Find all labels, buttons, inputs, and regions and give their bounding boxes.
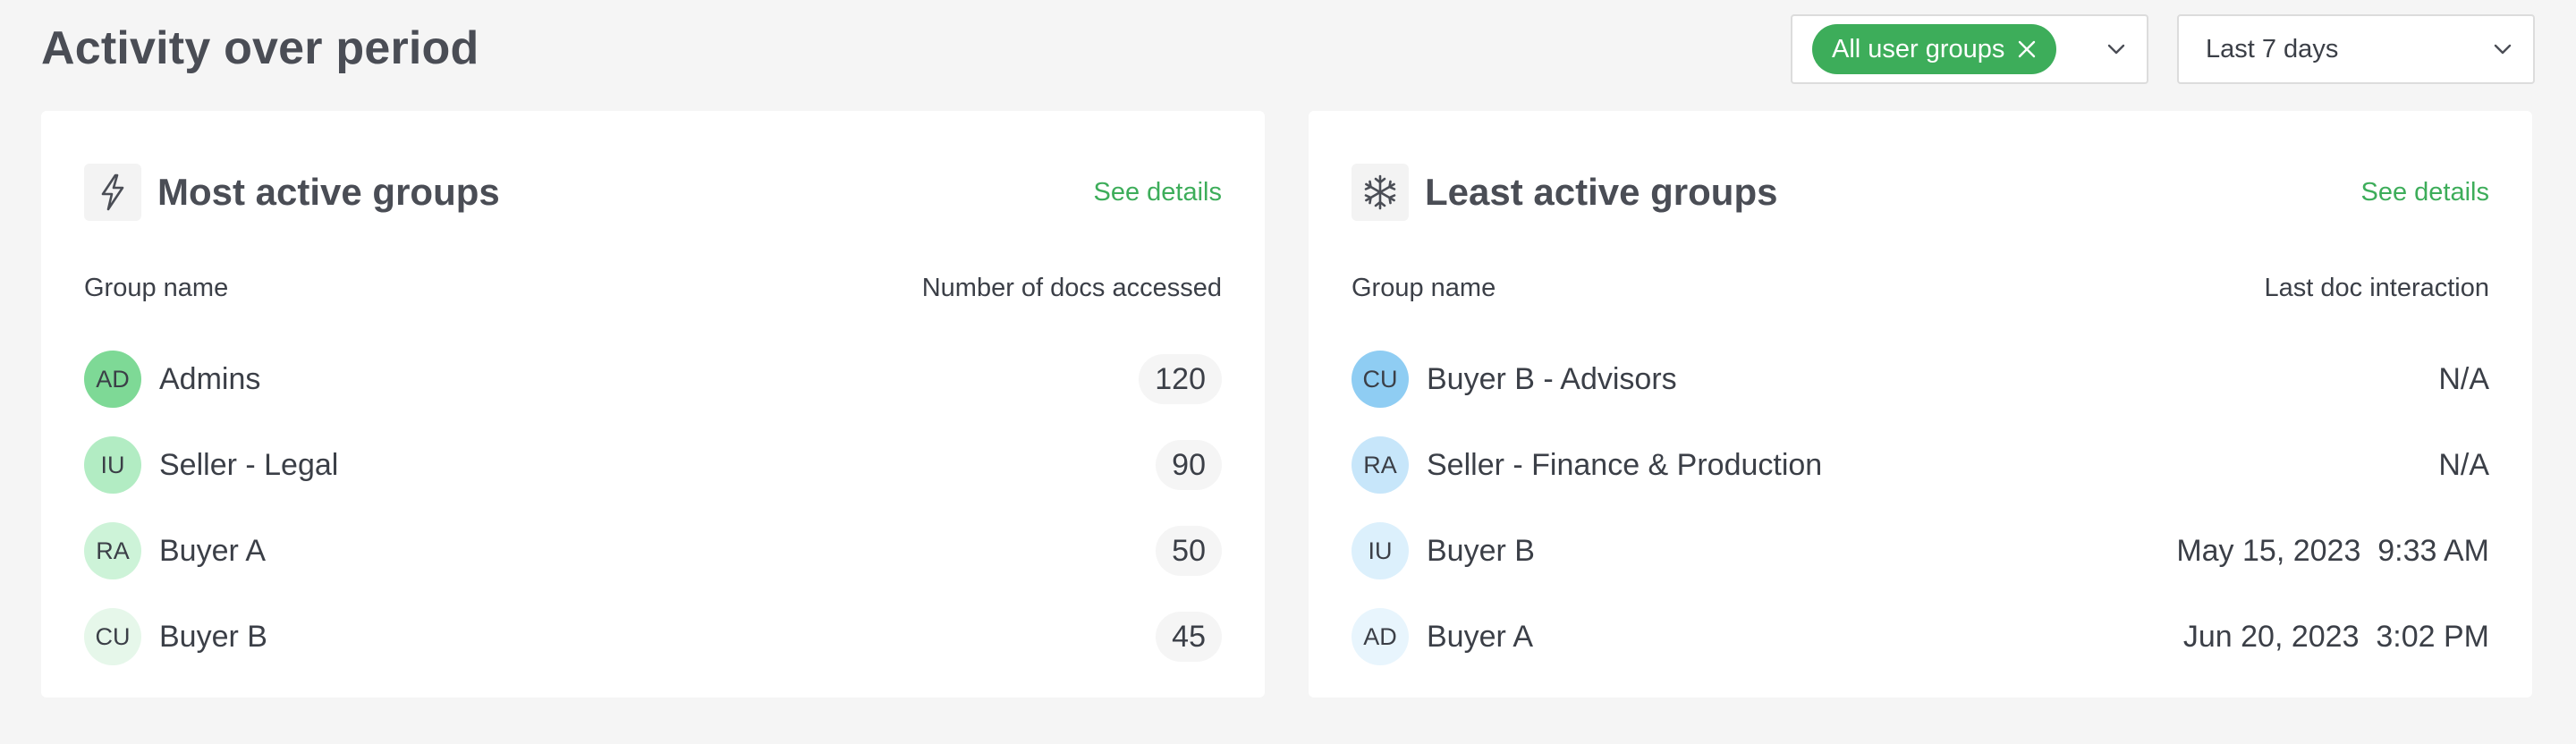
group-name: Buyer A (1427, 619, 1534, 654)
close-icon[interactable] (2017, 39, 2037, 59)
list-item[interactable]: AD Admins 120 (84, 336, 1222, 422)
table-header: Group name Number of docs accessed (84, 274, 1222, 303)
card-title: Most active groups (157, 171, 500, 213)
least-active-groups-card: Least active groups See details Group na… (1309, 111, 2532, 698)
chevron-down-icon (2494, 44, 2512, 55)
avatar: CU (1352, 351, 1409, 408)
page-title: Activity over period (41, 22, 479, 74)
card-header: Least active groups See details (1352, 163, 2489, 222)
chevron-down-icon (2107, 44, 2125, 55)
last-interaction-value: May 15, 2023 9:33 AM (2176, 533, 2489, 568)
most-active-groups-card: Most active groups See details Group nam… (41, 111, 1265, 698)
last-interaction-value: Jun 20, 2023 3:02 PM (2182, 619, 2489, 654)
group-name: Admins (159, 361, 261, 396)
column-header-group-name: Group name (1352, 274, 1496, 302)
card-title: Least active groups (1425, 171, 1778, 213)
group-name: Buyer B (159, 619, 267, 654)
snowflake-icon (1352, 164, 1409, 221)
avatar: AD (84, 351, 141, 408)
list-item[interactable]: RA Buyer A 50 (84, 508, 1222, 594)
lightning-icon (84, 164, 141, 221)
least-active-list: CU Buyer B - Advisors N/A RA Seller - Fi… (1352, 336, 2489, 680)
avatar: IU (1352, 522, 1409, 579)
see-details-link[interactable]: See details (1094, 178, 1223, 207)
docs-count-badge: 90 (1156, 440, 1222, 490)
user-groups-dropdown[interactable]: All user groups (1791, 14, 2148, 84)
group-name: Seller - Legal (159, 447, 339, 482)
card-header: Most active groups See details (84, 163, 1222, 222)
list-item[interactable]: RA Seller - Finance & Production N/A (1352, 422, 2489, 508)
avatar: RA (84, 522, 141, 579)
avatar: CU (84, 608, 141, 665)
period-dropdown[interactable]: Last 7 days (2177, 14, 2535, 84)
user-group-chip[interactable]: All user groups (1812, 24, 2057, 74)
avatar: RA (1352, 436, 1409, 494)
group-name: Seller - Finance & Production (1427, 447, 1823, 482)
last-interaction-value: N/A (2438, 447, 2489, 482)
filters-bar: All user groups Last 7 days (1791, 14, 2535, 84)
docs-count-badge: 45 (1156, 612, 1222, 662)
table-header: Group name Last doc interaction (1352, 274, 2489, 303)
period-label: Last 7 days (2206, 34, 2339, 63)
docs-count-badge: 120 (1139, 354, 1222, 404)
docs-count-badge: 50 (1156, 526, 1222, 576)
most-active-list: AD Admins 120 IU Seller - Legal 90 RA Bu… (84, 336, 1222, 680)
see-details-link[interactable]: See details (2361, 178, 2490, 207)
list-item[interactable]: CU Buyer B 45 (84, 594, 1222, 680)
list-item[interactable]: CU Buyer B - Advisors N/A (1352, 336, 2489, 422)
column-header-group-name: Group name (84, 274, 229, 302)
group-name: Buyer A (159, 533, 267, 568)
list-item[interactable]: AD Buyer A Jun 20, 2023 3:02 PM (1352, 594, 2489, 680)
user-group-chip-label: All user groups (1832, 34, 2005, 63)
column-header-last-interaction: Last doc interaction (2264, 274, 2489, 302)
list-item[interactable]: IU Buyer B May 15, 2023 9:33 AM (1352, 508, 2489, 594)
avatar: IU (84, 436, 141, 494)
avatar: AD (1352, 608, 1409, 665)
group-name: Buyer B (1427, 533, 1535, 568)
list-item[interactable]: IU Seller - Legal 90 (84, 422, 1222, 508)
column-header-docs-accessed: Number of docs accessed (921, 274, 1222, 302)
group-name: Buyer B - Advisors (1427, 361, 1677, 396)
last-interaction-value: N/A (2438, 361, 2489, 396)
